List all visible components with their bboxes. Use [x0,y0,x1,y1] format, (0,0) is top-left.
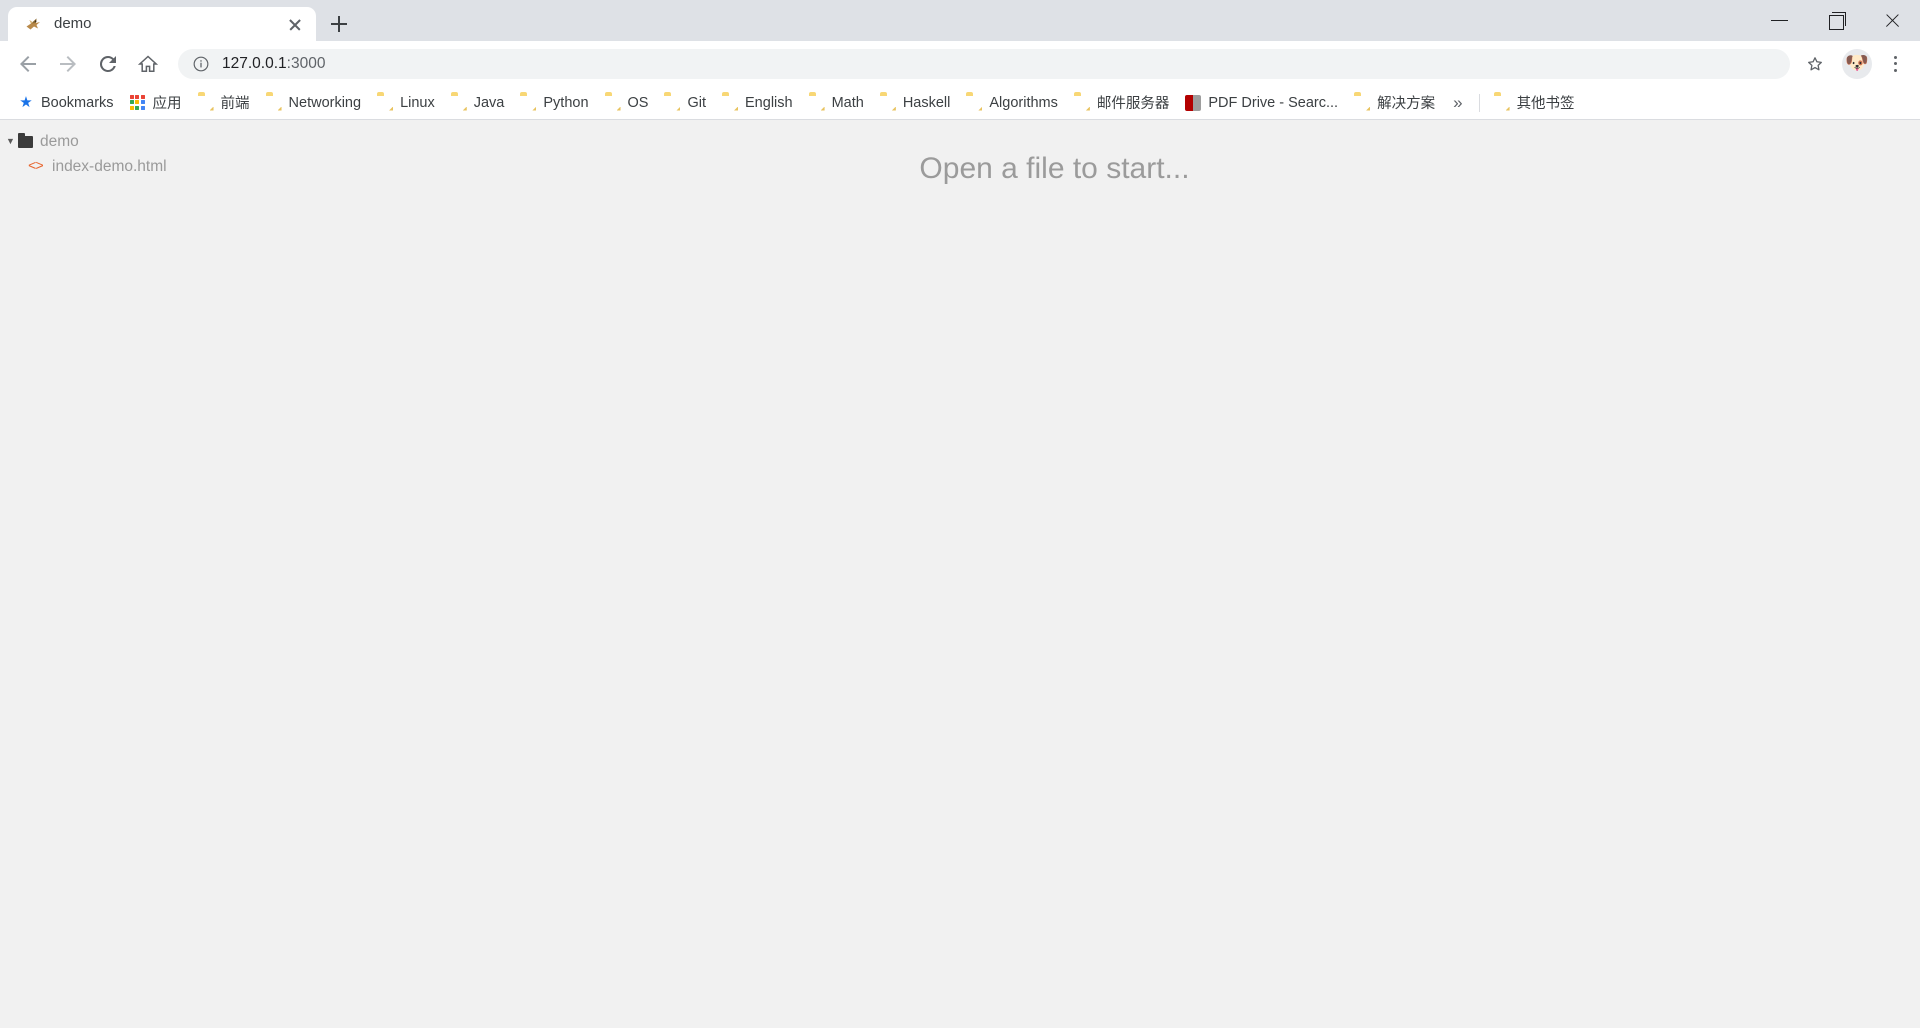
bookmark-label: Bookmarks [41,94,114,111]
tree-item-index-demo-html[interactable]: <> index-demo.html [0,154,189,179]
file-tree-sidebar: ▼ demo <> index-demo.html [0,120,189,1028]
pdf-drive-icon [1185,94,1202,111]
bookmark-label: PDF Drive - Searc... [1208,94,1339,111]
tree-item-label: demo [40,132,79,150]
reload-button[interactable] [90,46,126,82]
bookmark-label: Math [831,94,864,111]
browser-window: demo 127.0.0.1:3000 🐶 ★ Bookmarks 应用 前端 … [0,0,1920,1028]
bookmark-label: English [745,94,793,111]
bookmark-label: Haskell [902,94,951,111]
chevron-down-icon[interactable]: ▼ [6,129,18,154]
bookmark-item-apps[interactable]: 应用 [122,90,190,116]
home-icon [137,54,159,72]
window-close-button[interactable] [1864,0,1920,41]
folder-icon [605,95,621,111]
folder-icon [1354,95,1370,111]
bookmark-item-python[interactable]: Python [512,90,596,116]
back-button[interactable] [10,46,46,82]
editor-content-area: Open a file to start... [189,120,1920,1028]
folder-icon [198,95,214,111]
url-port: :3000 [286,54,326,72]
folder-icon [664,95,680,111]
folder-icon [966,95,982,111]
browser-tab-demo[interactable]: demo [8,7,316,41]
new-tab-button[interactable] [322,7,356,41]
arrow-left-icon [20,55,36,72]
bookmark-item-java[interactable]: Java [443,90,513,116]
bookmarks-divider [1478,93,1480,112]
browser-toolbar: 127.0.0.1:3000 🐶 [0,41,1920,86]
tree-item-demo[interactable]: ▼ demo [0,129,189,154]
bookmarks-overflow-button[interactable]: » [1443,90,1472,116]
code-file-icon: <> [28,158,44,175]
bookmark-item-haskell[interactable]: Haskell [872,90,959,116]
bookmark-label: Git [687,94,707,111]
address-bar[interactable]: 127.0.0.1:3000 [178,48,1790,79]
folder-icon [520,95,536,111]
bookmark-label: 解决方案 [1377,96,1436,112]
forward-button[interactable] [50,46,86,82]
folder-icon [18,132,33,148]
bookmark-label: Networking [288,94,362,111]
profile-avatar[interactable]: 🐶 [1842,48,1872,79]
address-bar-url: 127.0.0.1:3000 [222,55,325,73]
avatar: 🐶 [1845,53,1869,74]
folder-icon [1494,95,1510,111]
bookmark-label: 邮件服务器 [1096,96,1170,112]
bookmark-label: 前端 [220,96,250,112]
folder-icon [880,95,896,111]
bookmark-item-frontend[interactable]: 前端 [190,90,258,116]
folder-icon [266,95,282,111]
content-placeholder-text: Open a file to start... [919,152,1190,185]
folder-icon [451,95,467,111]
bookmark-label: Java [473,94,505,111]
tab-strip: demo [0,0,1920,41]
reload-icon [99,55,116,72]
window-maximize-button[interactable] [1808,0,1864,41]
window-minimize-button[interactable] [1752,0,1808,41]
page-viewport: ▼ demo <> index-demo.html Open a file to… [0,120,1920,1028]
bookmark-item-git[interactable]: Git [656,90,714,116]
bookmark-label: Python [543,94,589,111]
bookmark-item-pdf-drive[interactable]: PDF Drive - Searc... [1177,90,1346,116]
folder-icon [809,95,825,111]
bird-favicon [24,15,42,33]
bookmark-item-bookmarks[interactable]: ★ Bookmarks [10,90,122,116]
info-circle-icon[interactable] [192,55,210,73]
star-icon: ★ [19,93,33,111]
url-host: 127.0.0.1 [222,54,287,72]
close-icon[interactable] [284,13,306,35]
bookmark-item-networking[interactable]: Networking [258,90,370,116]
bookmark-item-os[interactable]: OS [597,90,657,116]
bookmark-item-algorithms[interactable]: Algorithms [958,90,1066,116]
three-dots-icon[interactable] [1878,47,1912,81]
window-controls [1752,0,1920,41]
bookmark-label: Linux [400,94,435,111]
home-button[interactable] [130,46,166,82]
bookmark-label: 应用 [152,96,182,112]
bookmark-item-linux[interactable]: Linux [369,90,443,116]
tree-item-label: index-demo.html [52,157,167,175]
bookmark-item-other-bookmarks[interactable]: 其他书签 [1486,90,1583,116]
bookmark-star-icon[interactable] [1798,47,1832,81]
apps-grid-icon [129,94,146,111]
bookmark-item-mail-server[interactable]: 邮件服务器 [1066,90,1178,116]
folder-icon [1074,95,1090,111]
bookmark-item-math[interactable]: Math [801,90,872,116]
bookmark-label: OS [627,94,649,111]
bookmark-label: 其他书签 [1516,96,1575,112]
arrow-right-icon [60,55,76,72]
bookmark-item-english[interactable]: English [714,90,801,116]
bookmark-item-solutions[interactable]: 解决方案 [1346,90,1443,116]
bookmarks-bar: ★ Bookmarks 应用 前端 Networking Linux Java [0,86,1920,120]
tab-title: demo [54,15,92,32]
bookmark-label: Algorithms [989,94,1058,111]
folder-icon [377,95,393,111]
folder-icon [722,95,738,111]
